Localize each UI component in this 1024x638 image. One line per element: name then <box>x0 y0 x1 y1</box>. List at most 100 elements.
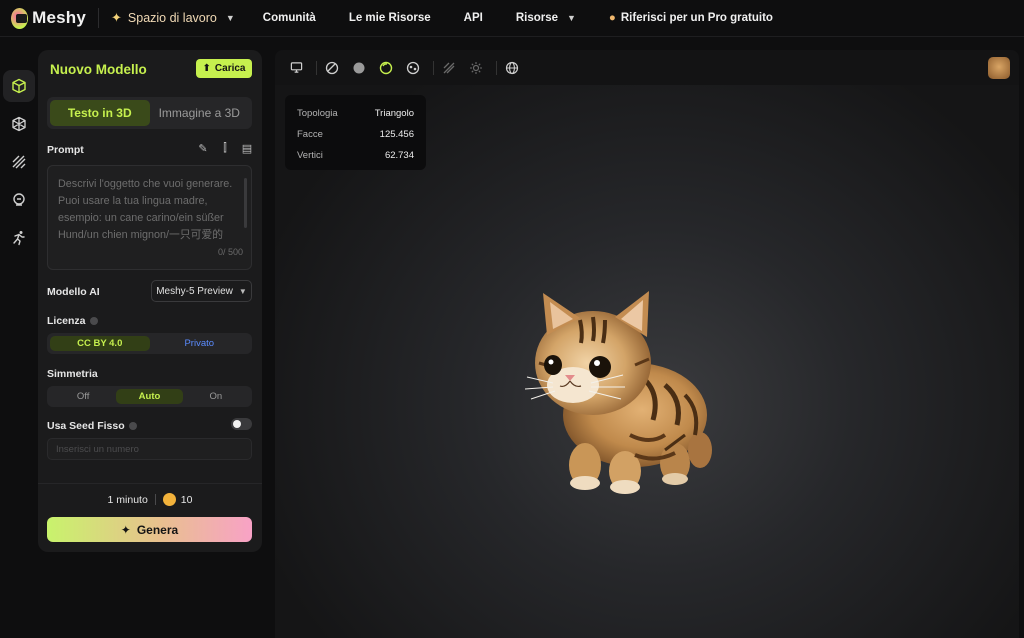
main-nav: Comunità Le mie Risorse API Risorse ▼ ● … <box>263 12 806 24</box>
symmetry-toggle: Off Auto On <box>47 386 252 407</box>
ai-model-value: Meshy-5 Preview <box>156 285 233 297</box>
license-label-row: Licenza <box>47 315 98 327</box>
sparkle-icon: ✦ <box>120 522 131 537</box>
nav-label: Riferisci per un Pro gratuito <box>620 12 773 24</box>
divider <box>496 60 497 75</box>
nav-label: Risorse <box>515 12 558 24</box>
material-shading-icon[interactable] <box>402 57 424 79</box>
license-toggle: CC BY 4.0 Privato <box>47 333 252 354</box>
nav-label: Le mie Risorse <box>348 12 431 24</box>
mesh-stats-panel: Topologia Triangolo Facce 125.456 Vertic… <box>285 95 426 170</box>
time-estimate: 1 minuto <box>107 493 148 506</box>
cube-icon <box>12 78 26 94</box>
license-private[interactable]: Privato <box>150 336 250 351</box>
divider <box>38 483 262 484</box>
upload-button[interactable]: ⬆ Carica <box>196 59 252 78</box>
logo-mark-icon <box>11 7 29 29</box>
panel-title: Nuovo Modello <box>50 62 147 77</box>
stats-row: Facce 125.456 <box>297 124 414 145</box>
running-figure-icon <box>13 231 25 246</box>
3d-viewer[interactable]: Topologia Triangolo Facce 125.456 Vertic… <box>275 50 1019 638</box>
globe-icon[interactable] <box>501 57 523 79</box>
wireframe-shading-icon[interactable] <box>321 57 343 79</box>
monitor-icon[interactable] <box>285 57 307 79</box>
generation-cost: 1 minuto 10 <box>38 493 262 506</box>
rail-rig-button[interactable] <box>3 184 35 216</box>
money-bag-icon: ● <box>608 12 616 24</box>
stat-value: 125.456 <box>379 129 414 140</box>
nav-label: API <box>463 12 483 24</box>
divider <box>316 60 317 75</box>
seed-label-row: Usa Seed Fisso <box>47 420 137 432</box>
generate-label: Genera <box>136 522 179 537</box>
license-cc-by[interactable]: CC BY 4.0 <box>50 336 150 351</box>
stats-row: Vertici 62.734 <box>297 145 414 166</box>
nav-resources[interactable]: Risorse ▼ <box>516 12 576 24</box>
nav-community[interactable]: Comunità <box>263 12 316 24</box>
symmetry-auto[interactable]: Auto <box>116 389 183 404</box>
lighting-icon[interactable] <box>465 57 487 79</box>
symmetry-label: Simmetria <box>47 368 98 380</box>
info-icon[interactable] <box>128 422 137 431</box>
nav-my-assets[interactable]: Le mie Risorse <box>349 12 431 24</box>
texture-icon <box>12 116 26 132</box>
rail-texture-button[interactable] <box>3 108 35 140</box>
chevron-down-icon: ▼ <box>225 13 235 23</box>
symmetry-on[interactable]: On <box>183 389 249 404</box>
mode-tabs: Testo in 3D Immagine a 3D <box>47 97 252 129</box>
magic-wand-icon[interactable]: ✎ <box>192 142 214 155</box>
nav-label: Comunità <box>262 12 316 24</box>
seed-toggle[interactable] <box>231 418 252 430</box>
rail-animate-button[interactable] <box>3 222 35 254</box>
tab-image-to-3d[interactable]: Immagine a 3D <box>150 100 250 126</box>
seed-label: Usa Seed Fisso <box>47 420 125 432</box>
texture-shading-icon[interactable] <box>375 57 397 79</box>
ai-model-label: Modello AI <box>47 286 100 298</box>
toggle-knob <box>233 420 241 428</box>
book-icon[interactable]: ▤ <box>236 142 258 155</box>
stat-key: Vertici <box>297 150 323 161</box>
workspace-label: Spazio di lavoro <box>127 11 217 25</box>
sparkle-icon: ✦ <box>111 10 122 25</box>
nav-referral[interactable]: ● Riferisci per un Pro gratuito <box>609 12 773 24</box>
ai-model-select[interactable]: Meshy-5 Preview ▼ <box>151 280 252 302</box>
kitten-3d-model[interactable] <box>525 285 715 495</box>
workspace-dropdown[interactable]: ✦ Spazio di lavoro ▼ <box>111 10 235 26</box>
license-label: Licenza <box>47 315 86 327</box>
prompt-scrollbar[interactable] <box>244 178 247 228</box>
stat-value: Triangolo <box>374 108 414 119</box>
top-bar: Meshy ✦ Spazio di lavoro ▼ Comunità Le m… <box>0 0 1024 37</box>
viewer-toolbar <box>275 50 1019 85</box>
chevron-down-icon: ▼ <box>567 13 576 23</box>
solid-shading-icon[interactable] <box>348 57 370 79</box>
rail-remesh-button[interactable] <box>3 146 35 178</box>
model-thumbnail[interactable] <box>988 57 1010 79</box>
upload-label: Carica <box>214 63 246 74</box>
prompt-input[interactable]: Descrivi l'oggetto che vuoi generare. Pu… <box>47 165 252 270</box>
mesh-icon[interactable] <box>438 57 460 79</box>
split-icon[interactable]: ⫿ <box>214 142 236 155</box>
info-icon[interactable] <box>89 317 98 326</box>
chevron-down-icon: ▼ <box>238 286 247 296</box>
seed-input[interactable]: Inserisci un numero <box>47 438 252 460</box>
stat-value: 62.734 <box>384 150 414 161</box>
rig-icon <box>13 193 25 206</box>
upload-icon: ⬆ <box>202 63 211 74</box>
rail-model-button[interactable] <box>3 70 35 102</box>
logo[interactable]: Meshy <box>11 7 86 29</box>
symmetry-off[interactable]: Off <box>50 389 116 404</box>
prompt-label: Prompt <box>47 144 84 156</box>
stat-key: Topologia <box>297 108 338 119</box>
nav-api[interactable]: API <box>464 12 483 24</box>
prompt-tools: ✎ ⫿ ▤ <box>192 142 258 155</box>
credit-coin-icon <box>162 493 176 506</box>
tab-text-to-3d[interactable]: Testo in 3D <box>50 100 150 126</box>
credit-cost: 10 <box>180 493 193 506</box>
stat-key: Facce <box>297 129 323 140</box>
divider <box>433 60 434 75</box>
generate-button[interactable]: ✦ Genera <box>47 517 252 542</box>
prompt-placeholder: Descrivi l'oggetto che vuoi generare. Pu… <box>58 178 233 241</box>
prompt-char-count: 0/ 500 <box>217 247 243 257</box>
stats-row: Topologia Triangolo <box>297 103 414 124</box>
divider <box>154 494 156 505</box>
